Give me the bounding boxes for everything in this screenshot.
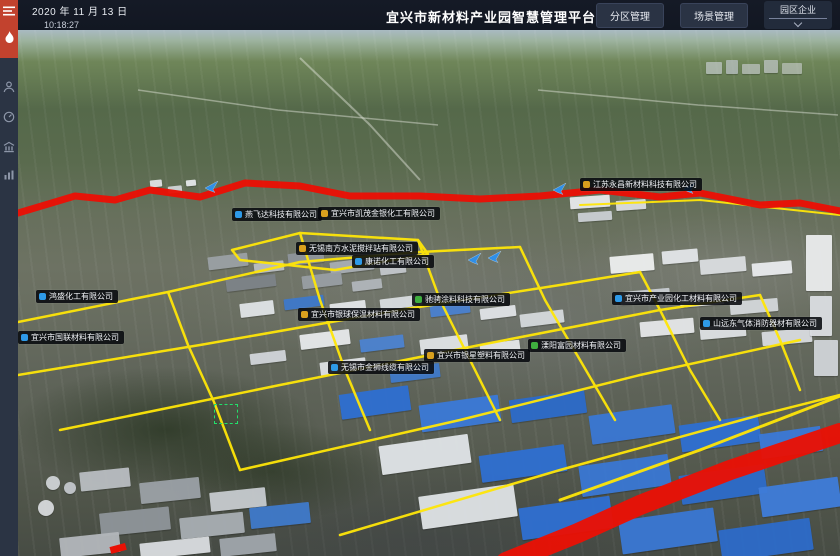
company-marker-icon <box>415 296 422 303</box>
company-marker-icon <box>703 320 710 327</box>
aircraft-marker[interactable] <box>468 252 482 264</box>
company-marker-icon <box>39 293 46 300</box>
company-label[interactable]: 无锡市金狮线缆有限公司 <box>328 361 434 374</box>
company-marker-icon <box>331 364 338 371</box>
company-marker-icon <box>355 258 362 265</box>
aircraft-marker[interactable] <box>553 182 567 194</box>
company-label[interactable]: 无锡南方水泥搅拌站有限公司 <box>296 242 418 255</box>
time-text: 10:18:27 <box>44 20 128 30</box>
gauge-icon[interactable] <box>0 108 18 126</box>
bar-chart-icon[interactable] <box>0 166 18 184</box>
datetime-display: 2020 年 11 月 13 日 10:18:27 <box>32 3 128 30</box>
company-label[interactable]: 鸿盛化工有限公司 <box>36 290 118 303</box>
company-marker-icon <box>427 352 434 359</box>
top-header-bar: 2020 年 11 月 13 日 10:18:27 宜兴市新材料产业园智慧管理平… <box>18 0 840 30</box>
company-label[interactable]: 宜兴市凯茂金银化工有限公司 <box>318 207 440 220</box>
company-label[interactable]: 驰骋涂料科技有限公司 <box>412 293 510 306</box>
header-actions: 分区管理 场景管理 园区企业 <box>596 0 832 30</box>
left-sidebar <box>0 0 18 556</box>
bank-icon[interactable] <box>0 138 18 156</box>
company-label[interactable]: 宜兴市银球保温材料有限公司 <box>298 308 420 321</box>
company-marker-icon <box>301 311 308 318</box>
company-marker-icon <box>321 210 328 217</box>
company-marker-icon <box>21 334 28 341</box>
company-label[interactable]: 宜兴市国联材料有限公司 <box>18 331 124 344</box>
scene-management-button[interactable]: 场景管理 <box>680 3 748 28</box>
zone-management-button[interactable]: 分区管理 <box>596 3 664 28</box>
company-marker-icon <box>615 295 622 302</box>
company-marker-icon <box>235 211 242 218</box>
chevron-down-icon <box>794 19 802 27</box>
company-label[interactable]: 燕飞达科技有限公司 <box>232 208 322 221</box>
selection-box <box>214 404 238 424</box>
company-marker-icon <box>299 245 306 252</box>
company-label[interactable]: 江苏永昌新材料科技有限公司 <box>580 178 702 191</box>
page-title: 宜兴市新材料产业园智慧管理平台 <box>386 7 596 26</box>
company-label[interactable]: 康诺化工有限公司 <box>352 255 434 268</box>
park-enterprise-dropdown[interactable]: 园区企业 <box>764 1 832 29</box>
fire-icon[interactable] <box>0 28 18 46</box>
company-label[interactable]: 溧阳富园材料有限公司 <box>528 339 626 352</box>
company-marker-icon <box>583 181 590 188</box>
park-enterprise-dropdown-label: 园区企业 <box>769 3 827 16</box>
menu-icon[interactable] <box>0 2 18 20</box>
company-label[interactable]: 山远东气体消防器材有限公司 <box>700 317 822 330</box>
user-icon[interactable] <box>0 78 18 96</box>
map-3d-scene[interactable]: 燕飞达科技有限公司 宜兴市凯茂金银化工有限公司 无锡南方水泥搅拌站有限公司 江苏… <box>18 30 840 556</box>
company-label[interactable]: 宜兴市银星塑料有限公司 <box>424 349 530 362</box>
company-label[interactable]: 宜兴市产业园化工材料有限公司 <box>612 292 742 305</box>
date-text: 2020 年 11 月 13 日 <box>32 3 128 18</box>
aircraft-marker[interactable] <box>205 180 219 192</box>
company-marker-icon <box>531 342 538 349</box>
aircraft-marker[interactable] <box>488 250 502 262</box>
app-window: 2020 年 11 月 13 日 10:18:27 宜兴市新材料产业园智慧管理平… <box>0 0 840 556</box>
